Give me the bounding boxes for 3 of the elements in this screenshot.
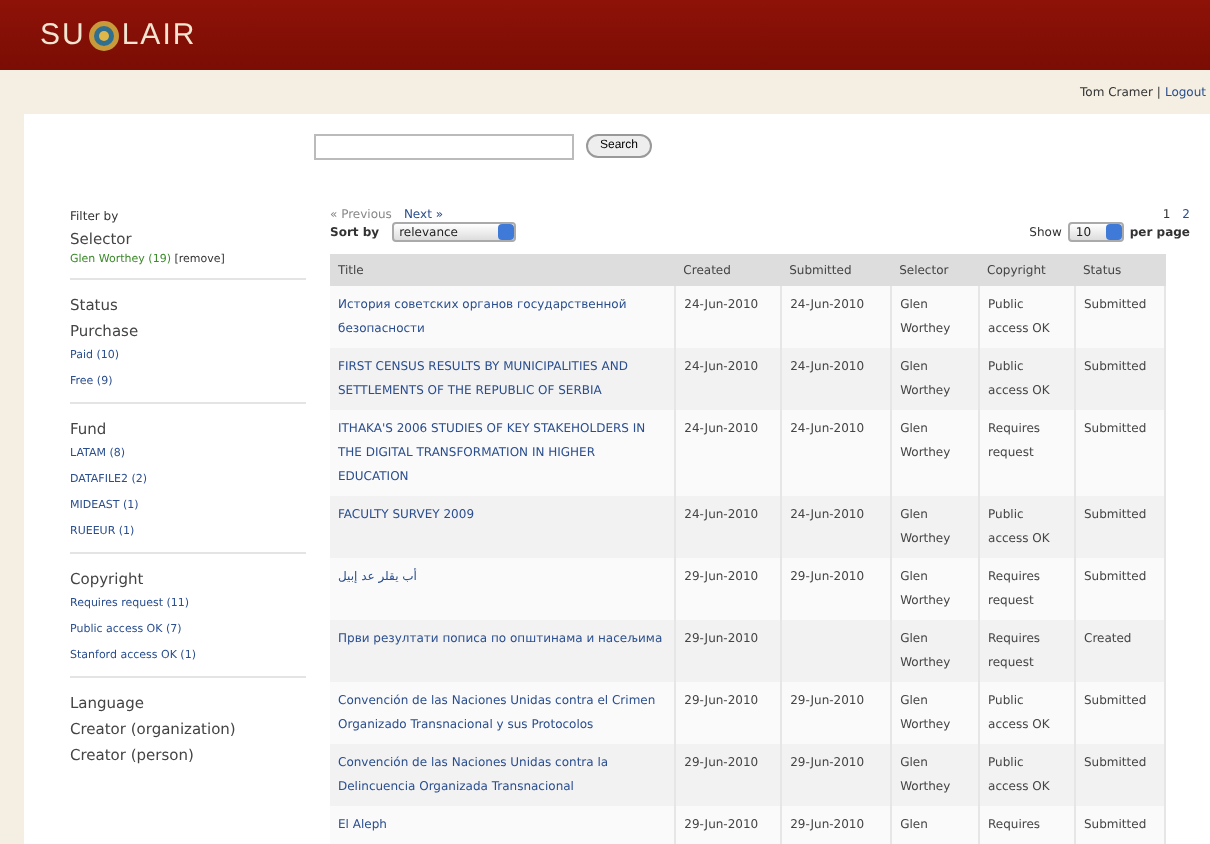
search-field[interactable]: [314, 133, 574, 159]
logo-text: SU: [40, 18, 86, 52]
logo-text: LAIR: [121, 18, 197, 52]
